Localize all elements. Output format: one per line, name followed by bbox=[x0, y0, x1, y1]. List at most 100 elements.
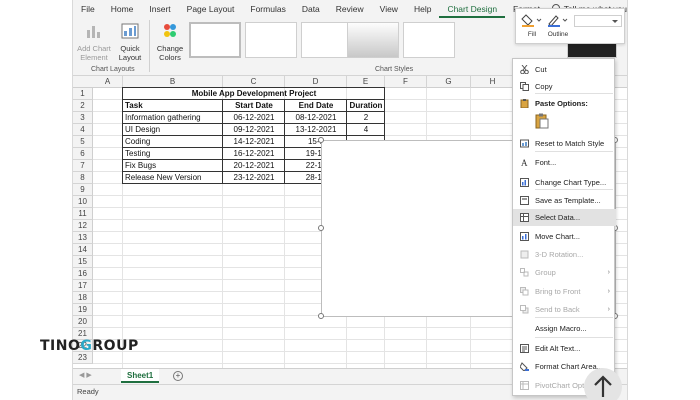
select-data-icon bbox=[520, 213, 529, 222]
row-header[interactable]: 10 bbox=[73, 196, 93, 208]
row-header[interactable]: 2 bbox=[73, 100, 93, 112]
chart-style-3[interactable] bbox=[301, 22, 353, 58]
outline-label: Outline bbox=[547, 31, 569, 38]
chart-type-icon bbox=[520, 178, 529, 187]
column-header[interactable]: F bbox=[385, 76, 427, 88]
chart-element-dropdown[interactable] bbox=[574, 15, 622, 27]
svg-text:A: A bbox=[521, 158, 528, 167]
menu-item-edit-alt-text[interactable]: Edit Alt Text... bbox=[513, 340, 616, 357]
row-header[interactable]: 11 bbox=[73, 208, 93, 220]
row-header[interactable]: 18 bbox=[73, 292, 93, 304]
row-header[interactable]: 17 bbox=[73, 280, 93, 292]
tab-review[interactable]: Review bbox=[328, 0, 372, 18]
menu-item-cut[interactable]: Cut bbox=[513, 61, 616, 78]
table-border bbox=[284, 99, 285, 184]
tab-insert[interactable]: Insert bbox=[141, 0, 178, 18]
chart-layouts-group-label: Chart Layouts bbox=[91, 66, 135, 73]
menu-item-save-as-template[interactable]: Save as Template... bbox=[513, 192, 616, 209]
add-chart-element-label: Add Chart Element bbox=[77, 44, 111, 62]
table-border bbox=[222, 99, 223, 184]
tab-file[interactable]: File bbox=[73, 0, 103, 18]
row-header[interactable]: 8 bbox=[73, 172, 93, 184]
row-header[interactable]: 20 bbox=[73, 316, 93, 328]
menu-item-reset-to-match-style[interactable]: Reset to Match Style bbox=[513, 135, 616, 152]
tab-data[interactable]: Data bbox=[294, 0, 328, 18]
sheet-tab[interactable]: Sheet1 bbox=[121, 369, 160, 383]
menu-item-font[interactable]: A Font... bbox=[513, 154, 616, 171]
chart-style-5[interactable] bbox=[403, 22, 455, 58]
tab-formulas[interactable]: Formulas bbox=[242, 0, 293, 18]
menu-separator bbox=[535, 337, 613, 338]
resize-handle[interactable] bbox=[318, 313, 324, 319]
column-header[interactable]: G bbox=[427, 76, 471, 88]
menu-item-label: Group bbox=[535, 268, 556, 277]
row-header[interactable]: 4 bbox=[73, 124, 93, 136]
menu-item-group[interactable]: Group › bbox=[513, 264, 616, 281]
menu-item-assign-macro[interactable]: Assign Macro... bbox=[513, 320, 616, 337]
table-border bbox=[122, 87, 123, 184]
pivot-icon bbox=[520, 381, 529, 390]
menu-item-label: Assign Macro... bbox=[535, 324, 587, 333]
row-header[interactable]: 16 bbox=[73, 268, 93, 280]
row-header[interactable]: 15 bbox=[73, 256, 93, 268]
menu-item-send-to-back[interactable]: Send to Back › bbox=[513, 301, 616, 318]
arrow-up-icon bbox=[594, 375, 612, 397]
menu-item-label: 3-D Rotation... bbox=[535, 250, 584, 259]
tab-chart-design[interactable]: Chart Design bbox=[439, 0, 506, 18]
tab-view[interactable]: View bbox=[372, 0, 406, 18]
row-header[interactable]: 13 bbox=[73, 232, 93, 244]
menu-separator bbox=[535, 151, 613, 152]
menu-separator bbox=[535, 93, 613, 94]
bring-front-icon bbox=[520, 287, 529, 296]
menu-item-move-chart[interactable]: Move Chart... bbox=[513, 228, 616, 245]
menu-separator bbox=[535, 317, 613, 318]
column-header[interactable]: A bbox=[93, 76, 123, 88]
add-chart-element-icon bbox=[87, 26, 100, 38]
row-header[interactable]: 3 bbox=[73, 112, 93, 124]
fill-label: Fill bbox=[527, 31, 537, 38]
menu-item-label: Font... bbox=[535, 158, 557, 167]
menu-item-label: Move Chart... bbox=[535, 232, 581, 241]
row-header[interactable]: 6 bbox=[73, 148, 93, 160]
menu-item-label: Edit Alt Text... bbox=[535, 344, 581, 353]
column-header[interactable]: H bbox=[471, 76, 515, 88]
outline-button[interactable]: Outline bbox=[544, 13, 572, 38]
resize-handle[interactable] bbox=[318, 137, 324, 143]
chart-style-2[interactable] bbox=[245, 22, 297, 58]
add-sheet-icon[interactable]: + bbox=[173, 371, 183, 381]
menu-item-label: Send to Back bbox=[535, 305, 580, 314]
logo-part-3: ROUP bbox=[92, 338, 139, 354]
menu-item-3-d-rotation[interactable]: 3-D Rotation... bbox=[513, 246, 616, 263]
chart-style-4[interactable] bbox=[347, 22, 399, 58]
table-border bbox=[123, 87, 385, 88]
row-header[interactable]: 19 bbox=[73, 304, 93, 316]
tab-home[interactable]: Home bbox=[103, 0, 142, 18]
add-chart-element-button[interactable]: Add Chart Element bbox=[77, 22, 111, 62]
quick-layout-button[interactable]: Quick Layout bbox=[115, 22, 145, 62]
menu-item-bring-to-front[interactable]: Bring to Front › bbox=[513, 283, 616, 300]
row-header[interactable]: 14 bbox=[73, 244, 93, 256]
chevron-right-icon: › bbox=[607, 269, 610, 276]
fill-bucket-icon bbox=[521, 14, 542, 27]
format-area-icon bbox=[520, 362, 529, 371]
resize-handle[interactable] bbox=[318, 225, 324, 231]
row-header[interactable]: 5 bbox=[73, 136, 93, 148]
change-colors-button[interactable]: Change Colors bbox=[153, 22, 187, 62]
menu-item-select-data[interactable]: Select Data... bbox=[513, 209, 616, 226]
sheet-nav-arrows-icon[interactable]: ◀ ▶ bbox=[79, 371, 92, 379]
row-header[interactable]: 1 bbox=[73, 88, 93, 100]
row-header[interactable]: 7 bbox=[73, 160, 93, 172]
ribbon-separator bbox=[149, 20, 150, 72]
excel-window: File Home Insert Page Layout Formulas Data Rev… bbox=[72, 0, 628, 400]
paste-option-button[interactable] bbox=[535, 113, 549, 129]
fill-button[interactable]: Fill bbox=[518, 13, 546, 38]
row-header[interactable]: 12 bbox=[73, 220, 93, 232]
tab-help[interactable]: Help bbox=[406, 0, 439, 18]
tab-page-layout[interactable]: Page Layout bbox=[179, 0, 243, 18]
row-header[interactable]: 9 bbox=[73, 184, 93, 196]
paste-icon bbox=[520, 99, 529, 108]
menu-item-label: Reset to Match Style bbox=[535, 139, 605, 148]
scroll-to-top-button[interactable] bbox=[584, 368, 622, 400]
menu-item-paste-options[interactable]: Paste Options: bbox=[513, 95, 616, 112]
chart-style-1[interactable] bbox=[189, 22, 241, 58]
